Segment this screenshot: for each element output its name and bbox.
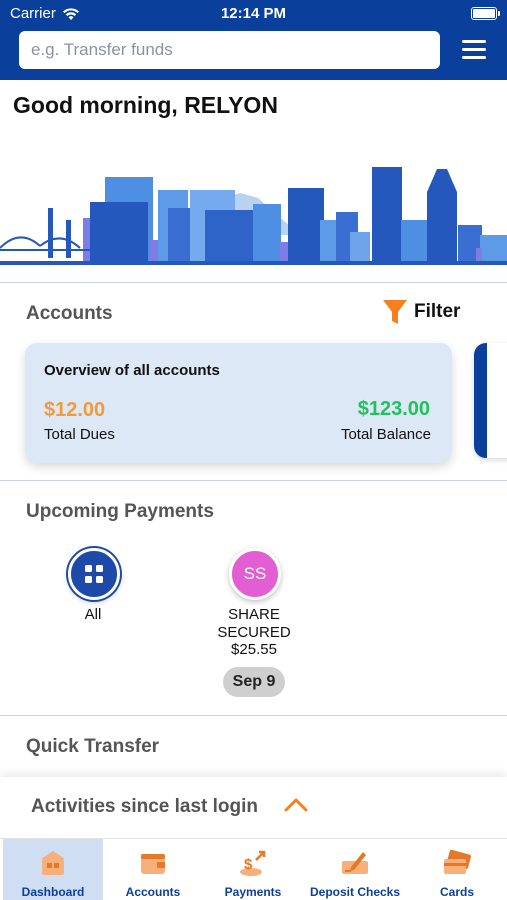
funnel-icon (383, 300, 407, 324)
payment-amount: $25.55 (231, 641, 277, 658)
tab-deposit-checks[interactable]: Deposit Checks (303, 839, 407, 900)
upcoming-payments-title: Upcoming Payments (26, 501, 214, 522)
payments-icon: $ (240, 850, 266, 876)
all-payments-button[interactable] (68, 548, 120, 600)
deposit-check-icon (342, 852, 368, 874)
filter-label: Filter (414, 301, 461, 322)
app-header: Carrier 12:14 PM (0, 0, 507, 80)
tab-payments[interactable]: $ Payments (203, 839, 303, 900)
tab-dashboard[interactable]: Dashboard (3, 839, 103, 900)
accounts-overview-card[interactable]: Overview of all accounts $12.00 Total Du… (25, 343, 452, 463)
payment-avatar[interactable]: SS (229, 548, 281, 600)
activities-label: Activities since last login (31, 796, 259, 817)
section-divider (0, 282, 507, 283)
greeting-title: Good morning, RELYON (13, 92, 278, 118)
city-skyline-illustration (0, 167, 507, 265)
accounts-section-title: Accounts (26, 303, 113, 324)
section-divider (0, 715, 507, 716)
section-divider (0, 480, 507, 481)
payment-date-badge: Sep 9 (223, 667, 285, 697)
dashboard-icon (41, 851, 65, 875)
status-bar: Carrier 12:14 PM (0, 0, 507, 28)
tab-label: Accounts (125, 885, 181, 899)
tab-label: Payments (224, 885, 282, 899)
total-dues-label: Total Dues (44, 426, 115, 443)
battery-icon (471, 7, 500, 20)
accounts-overview-title: Overview of all accounts (44, 362, 220, 379)
bottom-tab-bar: Dashboard Accounts $ Payments Deposit Ch… (0, 838, 507, 900)
payment-account-name: SHARE SECURED (217, 606, 291, 641)
filter-button[interactable]: Filter (382, 298, 460, 326)
total-balance-label: Total Balance (340, 426, 431, 443)
search-input[interactable] (19, 31, 440, 69)
wallet-icon (141, 854, 165, 874)
total-dues-value: $12.00 (44, 399, 106, 421)
grid-icon (85, 565, 103, 583)
hamburger-menu-icon[interactable] (458, 38, 490, 62)
tab-accounts[interactable]: Accounts (103, 839, 203, 900)
quick-transfer-title: Quick Transfer (26, 736, 160, 757)
tab-label: Cards (439, 885, 474, 899)
next-account-card[interactable] (474, 343, 507, 458)
activities-drawer-toggle[interactable]: Activities since last login (0, 777, 507, 838)
all-payments-label: All (84, 606, 102, 623)
total-balance-value: $123.00 (357, 398, 430, 420)
tab-label: Dashboard (21, 885, 85, 899)
chevron-up-icon (284, 798, 308, 812)
tab-label: Deposit Checks (309, 885, 401, 899)
tab-cards[interactable]: Cards (407, 839, 507, 900)
clock: 12:14 PM (220, 5, 287, 22)
svg-text:$: $ (244, 856, 253, 873)
cards-icon (444, 849, 471, 874)
